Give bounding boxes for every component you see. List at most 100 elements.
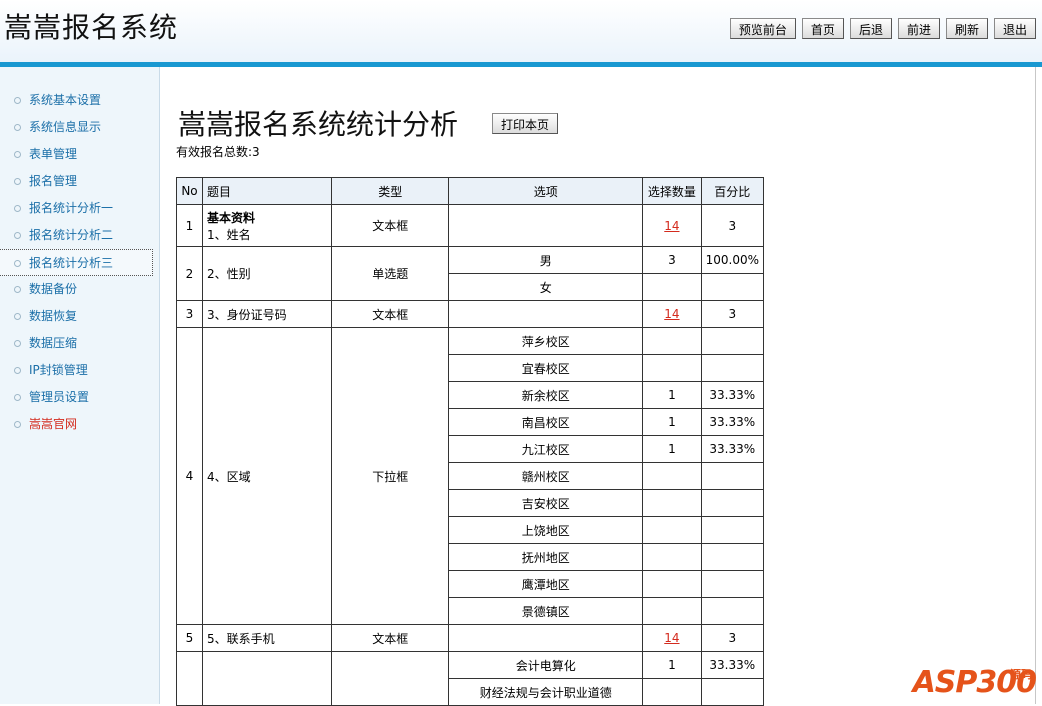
header-count: 选择数量: [642, 177, 702, 205]
row-option: 九江校区: [448, 435, 644, 463]
sidebar-item-label: 报名统计分析三: [29, 256, 114, 270]
sidebar-item-data-restore[interactable]: 数据恢复: [0, 303, 159, 330]
sidebar-item-label: 嵩嵩官网: [29, 417, 78, 431]
header: 嵩嵩报名系统 预览前台 首页 后退 前进 刷新 退出: [0, 0, 1042, 62]
top-toolbar: 预览前台 首页 后退 前进 刷新 退出: [729, 18, 1036, 39]
sidebar-item-ip-block[interactable]: IP封锁管理: [0, 357, 159, 384]
row-option: 吉安校区: [448, 489, 644, 517]
sidebar-item-system-info[interactable]: 系统信息显示: [0, 114, 159, 141]
row-percent: 3: [700, 300, 765, 328]
row-count: [642, 678, 702, 706]
sidebar-item-data-compress[interactable]: 数据压缩: [0, 330, 159, 357]
row-percent: [700, 489, 765, 517]
bullet-icon: [14, 124, 21, 131]
question-text: 1、姓名: [206, 227, 251, 242]
row-type: [331, 651, 450, 706]
table-row: 1 基本资料 1、姓名 文本框 14 3: [176, 204, 765, 247]
sidebar-item-registration-management[interactable]: 报名管理: [0, 168, 159, 195]
row-count: [642, 597, 702, 625]
count-link[interactable]: 14: [664, 631, 679, 645]
sidebar-item-label: 数据备份: [29, 282, 78, 296]
row-question: 基本资料 1、姓名: [201, 204, 333, 247]
sidebar-item-label: 系统基本设置: [29, 93, 102, 107]
print-button[interactable]: 打印本页: [492, 113, 559, 134]
bullet-icon: [14, 313, 21, 320]
row-percent: [700, 462, 765, 490]
back-button[interactable]: 后退: [849, 18, 892, 39]
sidebar-item-data-backup[interactable]: 数据备份: [0, 276, 159, 303]
bullet-icon: [14, 260, 21, 267]
header-no: No: [176, 177, 203, 205]
row-option: 财经法规与会计职业道德: [448, 678, 644, 706]
row-question: [201, 651, 333, 706]
row-count: 14: [642, 300, 702, 328]
row-count: [642, 354, 702, 382]
bullet-icon: [14, 421, 21, 428]
sidebar-item-label: 系统信息显示: [29, 120, 102, 134]
row-option: 上饶地区: [448, 516, 644, 544]
sidebar-item-basic-settings[interactable]: 系统基本设置: [0, 87, 159, 114]
row-type: 文本框: [331, 300, 450, 328]
sidebar-item-label: IP封锁管理: [29, 363, 88, 377]
header-question: 题目: [201, 177, 333, 205]
sidebar: 系统基本设置 系统信息显示 表单管理 报名管理 报名统计分析一 报名统计分析二 …: [0, 67, 160, 704]
sidebar-item-stats-1[interactable]: 报名统计分析一: [0, 195, 159, 222]
bullet-icon: [14, 178, 21, 185]
row-option: 新余校区: [448, 381, 644, 409]
logout-button[interactable]: 退出: [993, 18, 1036, 39]
refresh-button[interactable]: 刷新: [945, 18, 988, 39]
sidebar-item-label: 管理员设置: [29, 390, 90, 404]
row-option: 景德镇区: [448, 597, 644, 625]
sidebar-item-admin-settings[interactable]: 管理员设置: [0, 384, 159, 411]
sidebar-item-label: 报名统计分析一: [29, 201, 114, 215]
table-row: 5 5、联系手机 文本框 14 3: [176, 624, 765, 652]
sidebar-item-label: 数据压缩: [29, 336, 78, 350]
row-no: 5: [176, 624, 203, 652]
row-count: [642, 516, 702, 544]
row-percent: [700, 570, 765, 598]
count-link[interactable]: 14: [664, 219, 679, 233]
header-percent: 百分比: [700, 177, 765, 205]
row-count: [642, 327, 702, 355]
right-divider: [1035, 67, 1036, 704]
count-link[interactable]: 14: [664, 307, 679, 321]
row-percent: [700, 597, 765, 625]
row-percent: [700, 516, 765, 544]
page-title: 嵩嵩报名系统统计分析: [178, 108, 459, 141]
row-no: 3: [176, 300, 203, 328]
row-count: [642, 543, 702, 571]
sidebar-item-official-site[interactable]: 嵩嵩官网: [0, 411, 159, 438]
preview-frontend-button[interactable]: 预览前台: [729, 18, 796, 39]
row-count: [642, 462, 702, 490]
row-option: 男: [448, 246, 644, 274]
sidebar-item-form-management[interactable]: 表单管理: [0, 141, 159, 168]
row-question: 4、区域: [201, 327, 333, 625]
sidebar-item-label: 表单管理: [29, 147, 78, 161]
bullet-icon: [14, 394, 21, 401]
row-option: 鹰潭地区: [448, 570, 644, 598]
row-percent: 100.00%: [700, 246, 765, 274]
header-type: 类型: [331, 177, 450, 205]
row-percent: [700, 273, 765, 301]
row-question: 3、身份证号码: [201, 300, 333, 328]
bullet-icon: [14, 367, 21, 374]
home-button[interactable]: 首页: [801, 18, 844, 39]
row-option: 南昌校区: [448, 408, 644, 436]
main-content: 嵩嵩报名系统统计分析 打印本页 有效报名总数:3 No 题目 类型 选项 选择数…: [176, 67, 1016, 706]
row-question: 5、联系手机: [201, 624, 333, 652]
forward-button[interactable]: 前进: [897, 18, 940, 39]
row-count: 1: [642, 435, 702, 463]
row-percent: [700, 354, 765, 382]
table-row: 2 2、性别 单选题 男 3 100.00%: [176, 246, 765, 301]
row-no: 4: [176, 327, 203, 625]
row-option: 抚州地区: [448, 543, 644, 571]
sidebar-item-stats-3[interactable]: 报名统计分析三: [0, 249, 153, 276]
row-type: 文本框: [331, 624, 450, 652]
sidebar-item-stats-2[interactable]: 报名统计分析二: [0, 222, 159, 249]
row-count: [642, 273, 702, 301]
row-option: [448, 204, 644, 247]
row-option: [448, 624, 644, 652]
row-count: [642, 570, 702, 598]
row-count: [642, 489, 702, 517]
stats-table: No 题目 类型 选项 选择数量 百分比 1 基本资料 1、姓名 文本框 14 …: [176, 177, 765, 706]
